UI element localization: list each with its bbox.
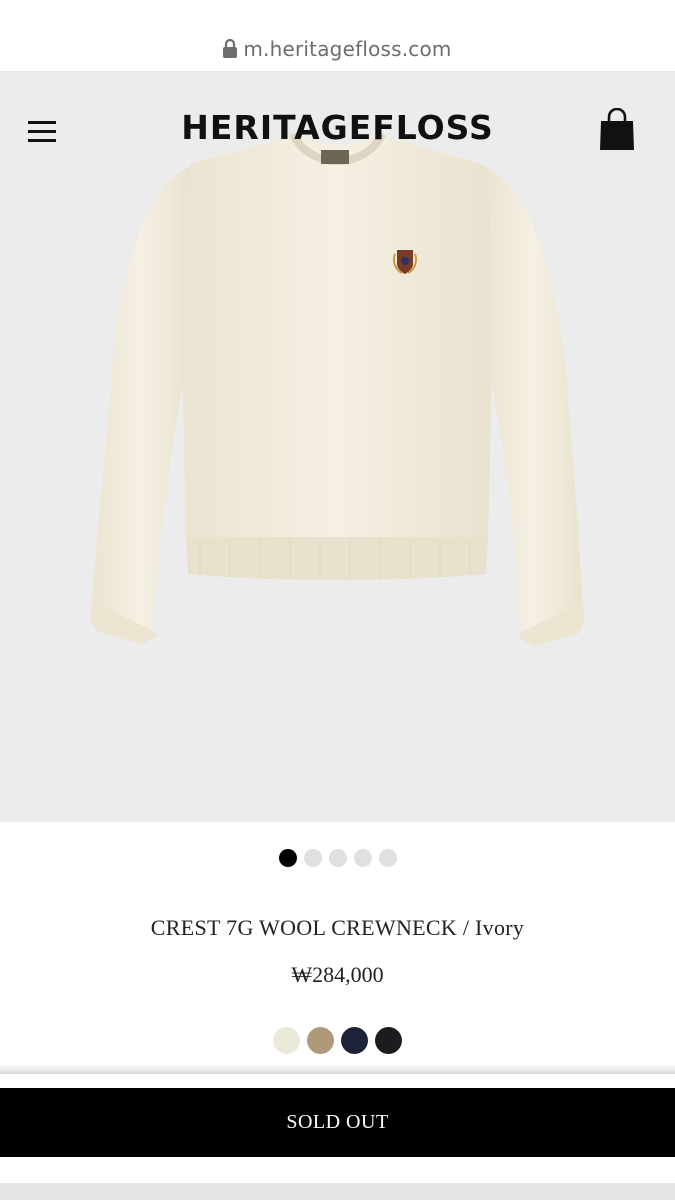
lock-icon [223,39,238,58]
pager-dot[interactable] [328,849,347,867]
brand-logo[interactable]: HERITAGEFLOSS [0,108,675,147]
shopping-bag-icon[interactable] [598,108,636,152]
product-image-gallery[interactable]: HERITAGEFLOSS [0,72,675,822]
color-swatch-ivory[interactable] [273,1027,300,1054]
url-text: m.heritagefloss.com [243,37,452,61]
bottom-bar [0,1183,675,1200]
color-swatches [0,1027,675,1054]
sold-out-button[interactable]: SOLD OUT [0,1088,675,1157]
color-swatch-beige[interactable] [307,1027,334,1054]
pager-dot[interactable] [353,849,372,867]
image-pager [0,849,675,867]
pager-dot[interactable] [378,849,397,867]
crest-emblem [392,250,418,274]
browser-url-bar[interactable]: m.heritagefloss.com [0,0,675,72]
product-price: ₩284,000 [291,962,384,987]
product-title: CREST 7G WOOL CREWNECK / Ivory [150,915,525,940]
pager-dot[interactable] [278,849,297,867]
url-display[interactable]: m.heritagefloss.com [0,37,675,61]
color-swatch-black[interactable] [375,1027,402,1054]
color-swatch-navy[interactable] [341,1027,368,1054]
pager-dot[interactable] [303,849,322,867]
product-image[interactable] [0,72,675,822]
divider [0,1064,675,1074]
